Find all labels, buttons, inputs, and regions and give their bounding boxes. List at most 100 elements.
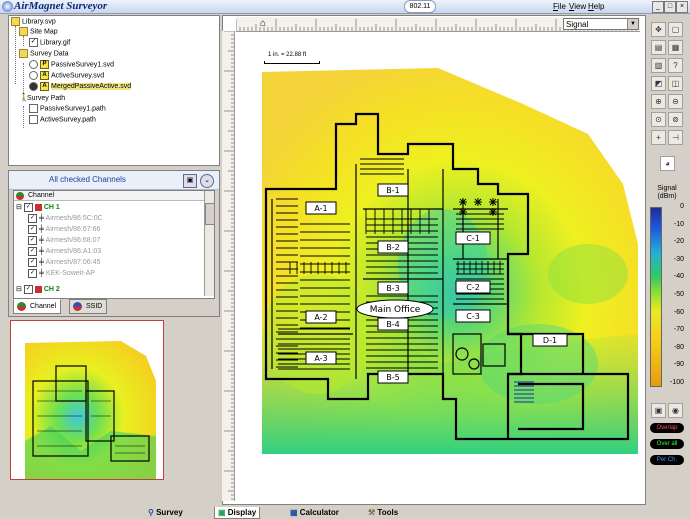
filter-icon[interactable]: ▣ (183, 174, 197, 188)
checkbox-icon[interactable] (23, 202, 33, 212)
heatmap-floorplan: B-1 A-1 C-1 B-2 B-3 C-2 Main Office A-2 … (262, 68, 638, 454)
pan-icon[interactable]: ✥ (651, 22, 666, 37)
room-label: C-2 (466, 283, 480, 292)
checkbox-icon[interactable] (28, 268, 37, 278)
menu-file[interactable]: File (553, 1, 566, 12)
tree-item-survey-path[interactable]: 🚶Survey Path (19, 93, 65, 103)
tab-tools[interactable]: ⚒ Tools (368, 507, 398, 518)
checkbox-icon[interactable] (28, 235, 37, 245)
tree-item-active-survey[interactable]: A ActiveSurvey.svd (29, 71, 104, 81)
open-folder-icon[interactable]: ▤ (651, 40, 666, 55)
title-bar: AirMagnet Surveyor 802.11 File View Help… (0, 0, 690, 14)
channel-tab-icon (17, 302, 26, 311)
display-mode-select[interactable]: Signal ▼ (563, 18, 639, 30)
ruler-ticks (224, 31, 234, 500)
vertical-ruler (222, 31, 235, 501)
channel-column-header[interactable]: Channel (14, 191, 204, 201)
checkbox-icon[interactable] (28, 246, 37, 256)
radio-icon[interactable] (29, 60, 38, 69)
room-label: C-1 (466, 234, 480, 243)
channel-color-icon (34, 203, 42, 211)
legend-tick-label: -10 (673, 220, 684, 228)
close-icon[interactable]: × (676, 1, 688, 13)
map-icon[interactable]: ▧ (651, 58, 666, 73)
checkbox-icon[interactable] (28, 257, 37, 267)
measure-icon[interactable]: ⊣ (668, 130, 683, 145)
airmagnet-logo-icon (2, 1, 13, 12)
channel-filter-label[interactable]: All checked Channels (49, 175, 126, 184)
channel-list[interactable]: Channel ⊟ CH 1 ╪ Airmesh/86:5C:0C ╪ Airm… (13, 190, 215, 299)
active-badge-icon: A (40, 82, 49, 91)
channel-list-scrollbar[interactable] (204, 191, 215, 296)
legend-color-scale (650, 207, 662, 387)
room-label: Main Office (370, 305, 421, 315)
menu-view[interactable]: View (569, 1, 586, 12)
scroll-thumb[interactable] (205, 203, 215, 225)
tree-item-passive-survey[interactable]: P PassiveSurvey1.svd (29, 60, 114, 70)
checkbox-icon[interactable] (28, 224, 37, 234)
ap-row[interactable]: ╪ Airmesh/86:68:07 (28, 235, 100, 246)
overlap-button[interactable]: Overlap (650, 423, 684, 433)
tab-channel[interactable]: Channel (13, 299, 62, 314)
room-label: A-2 (314, 313, 327, 322)
checkbox-icon[interactable] (29, 115, 38, 124)
tree-item-merged-survey[interactable]: A MergedPassiveActive.svd (29, 82, 132, 92)
scale-label: 1 in. = 22.88 ft (268, 52, 307, 58)
overall-button[interactable]: Over all (650, 439, 684, 449)
tab-survey[interactable]: ⚲ Survey (148, 507, 183, 518)
tree-item-survey-data[interactable]: Survey Data (19, 49, 69, 59)
per-channel-button[interactable]: Per Ch. (650, 455, 684, 465)
channel-row-ch2[interactable]: ⊟ CH 2 (16, 284, 60, 295)
collapse-icon[interactable]: ⌄ (200, 174, 214, 188)
zoom-out-icon[interactable]: ⊖ (668, 94, 683, 109)
room-label: A-1 (314, 204, 327, 213)
tab-display[interactable]: ▣ Display (214, 507, 261, 519)
menu-help[interactable]: Help (588, 1, 604, 12)
crosshair-icon[interactable]: + (651, 130, 666, 145)
tree-item-library[interactable]: Library.svp (11, 17, 56, 27)
ap-view-icon[interactable]: ◉ (668, 403, 683, 418)
select-icon[interactable]: ◩ (651, 76, 666, 91)
checkbox-checked-icon[interactable] (29, 38, 38, 47)
ap-row[interactable]: ╪ Airmesh/86:A1:03 (28, 246, 101, 257)
zoom-region-icon[interactable]: ⊚ (668, 112, 683, 127)
radio-icon[interactable] (29, 71, 38, 80)
folder-icon (19, 27, 28, 36)
chevron-down-icon[interactable]: ▼ (627, 19, 638, 29)
save-icon[interactable]: ▦ (668, 40, 683, 55)
tree-guide (23, 106, 24, 128)
zoom-in-icon[interactable]: ⊕ (651, 94, 666, 109)
checkbox-icon[interactable] (28, 213, 37, 223)
maximize-icon[interactable]: □ (664, 1, 676, 13)
checkbox-icon[interactable] (23, 284, 33, 294)
ap-icon: ╪ (39, 248, 44, 255)
tree-item-site-map[interactable]: Site Map (19, 27, 58, 37)
radio-selected-icon[interactable] (29, 82, 38, 91)
tab-calculator[interactable]: ▦ Calculator (290, 507, 339, 518)
checkbox-icon[interactable] (29, 104, 38, 113)
ap-row[interactable]: ╪ KEK-Soweit-AP (28, 268, 95, 279)
tree-item-active-path[interactable]: ActiveSurvey.path (29, 115, 96, 125)
overview-mini-map[interactable] (10, 320, 164, 480)
room-label: D-1 (543, 336, 557, 345)
band-selector[interactable]: 802.11 (404, 0, 436, 13)
zoom-fit-icon[interactable]: ⊙ (651, 112, 666, 127)
channel-row-ch1[interactable]: ⊟ CH 1 (16, 202, 60, 213)
legend-tick-label: -50 (673, 291, 684, 298)
grid-view-icon[interactable]: ▣ (651, 403, 666, 418)
tab-ssid[interactable]: SSID (69, 299, 108, 314)
ap-row[interactable]: ╪ Airmesh/86:67:66 (28, 224, 100, 235)
tree-guide (15, 26, 16, 84)
signal-mode-icon[interactable]: ◕ (660, 156, 675, 171)
tree-item-library-gif[interactable]: Library.gif (29, 38, 70, 48)
help-icon[interactable]: ? (668, 58, 683, 73)
channel-panel-header: All checked Channels ▣ ⌄ (9, 171, 219, 190)
ap-row[interactable]: ╪ Airmesh/87:06:45 (28, 257, 100, 268)
new-icon[interactable]: ▢ (668, 22, 683, 37)
ap-row[interactable]: ╪ Airmesh/86:5C:0C (28, 213, 103, 224)
scale-bar (264, 61, 320, 64)
project-tree: Library.svp Site Map Library.gif Survey … (8, 15, 220, 166)
minimize-icon[interactable]: _ (652, 1, 664, 13)
tree-item-passive-path[interactable]: PassiveSurvey1.path (29, 104, 106, 114)
layers-icon[interactable]: ◫ (668, 76, 683, 91)
